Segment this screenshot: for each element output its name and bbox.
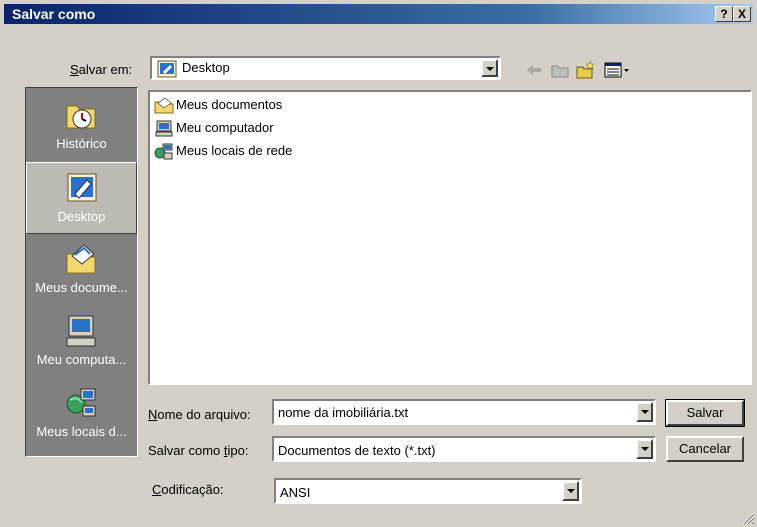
filetype-label-rest: ipo: — [227, 443, 249, 458]
help-button[interactable]: ? — [715, 6, 733, 22]
back-arrow-icon — [527, 65, 541, 75]
up-folder-button[interactable] — [549, 60, 571, 80]
save-in-label: Salvar em: — [70, 62, 132, 77]
save-in-value: Desktop — [182, 60, 230, 75]
place-desktop[interactable]: Desktop — [26, 162, 137, 234]
save-in-label-rest: alvar em: — [78, 62, 133, 77]
file-name: Meu computador — [176, 120, 274, 135]
save-in-dropdown-button[interactable] — [481, 59, 498, 77]
encoding-combo[interactable]: ANSI — [274, 478, 582, 504]
computer-icon — [155, 120, 173, 137]
encoding-label: Codificação: — [152, 482, 224, 497]
new-folder-button[interactable] — [575, 60, 597, 80]
place-label: Desktop — [57, 209, 106, 224]
file-name: Meus locais de rede — [176, 143, 293, 158]
file-name: Meus documentos — [176, 97, 283, 112]
history-icon — [66, 105, 96, 129]
filename-combo[interactable]: nome da imobiliária.txt — [272, 399, 656, 425]
my-documents-icon — [66, 244, 96, 274]
save-in-accel: S — [70, 62, 79, 77]
network-icon — [154, 143, 173, 160]
encoding-value: ANSI — [280, 485, 311, 500]
close-button[interactable]: X — [733, 6, 751, 22]
place-label: Meus docume... — [35, 280, 128, 295]
window-title: Salvar como — [12, 6, 96, 22]
filename-label-rest: ome do arquivo: — [157, 407, 251, 422]
place-network[interactable]: Meus locais d... — [26, 378, 137, 450]
places-bar: Histórico Desktop Meus docume... Meu com… — [25, 87, 138, 457]
save-in-combo[interactable]: Desktop — [150, 56, 501, 80]
place-label: Meu computa... — [36, 352, 127, 367]
folder-documents-icon — [154, 97, 174, 114]
encoding-label-accel: C — [152, 482, 162, 497]
place-my-computer[interactable]: Meu computa... — [26, 306, 137, 378]
desktop-small-icon — [157, 60, 177, 78]
filename-label: Nome do arquivo: — [148, 407, 251, 422]
resize-grip-icon[interactable] — [741, 511, 755, 525]
view-menu-button[interactable] — [603, 60, 633, 80]
filename-dropdown-button[interactable] — [636, 402, 653, 422]
title-bar[interactable]: Salvar como ? X — [4, 4, 753, 24]
filetype-combo[interactable]: Documentos de texto (*.txt) — [272, 436, 656, 462]
filetype-dropdown-button[interactable] — [636, 439, 653, 459]
place-history[interactable]: Histórico — [26, 90, 137, 162]
view-menu-icon — [604, 62, 629, 78]
save-as-dialog: Salvar como ? X Salvar em: Desktop Histó… — [0, 0, 757, 527]
file-list[interactable]: Meus documentos Meu computador Meus loca… — [148, 90, 752, 385]
desktop-icon — [67, 173, 97, 202]
filetype-label: Salvar como tipo: — [148, 443, 248, 458]
cancel-button[interactable]: Cancelar — [666, 436, 744, 462]
my-computer-icon — [66, 315, 96, 347]
filetype-label-start: Salvar como — [148, 443, 224, 458]
filetype-value: Documentos de texto (*.txt) — [278, 443, 436, 458]
up-folder-icon — [551, 65, 569, 78]
network-places-icon — [66, 388, 96, 417]
save-button[interactable]: Salvar — [665, 399, 745, 427]
encoding-dropdown-button[interactable] — [562, 481, 579, 501]
filename-input[interactable]: nome da imobiliária.txt — [278, 405, 408, 420]
filename-label-accel: N — [148, 407, 158, 422]
back-button[interactable] — [523, 60, 545, 80]
new-folder-icon — [576, 60, 595, 79]
place-my-documents[interactable]: Meus docume... — [26, 234, 137, 306]
place-label: Histórico — [56, 136, 107, 151]
encoding-label-rest: odificação: — [161, 482, 224, 497]
place-label: Meus locais d... — [36, 424, 127, 439]
